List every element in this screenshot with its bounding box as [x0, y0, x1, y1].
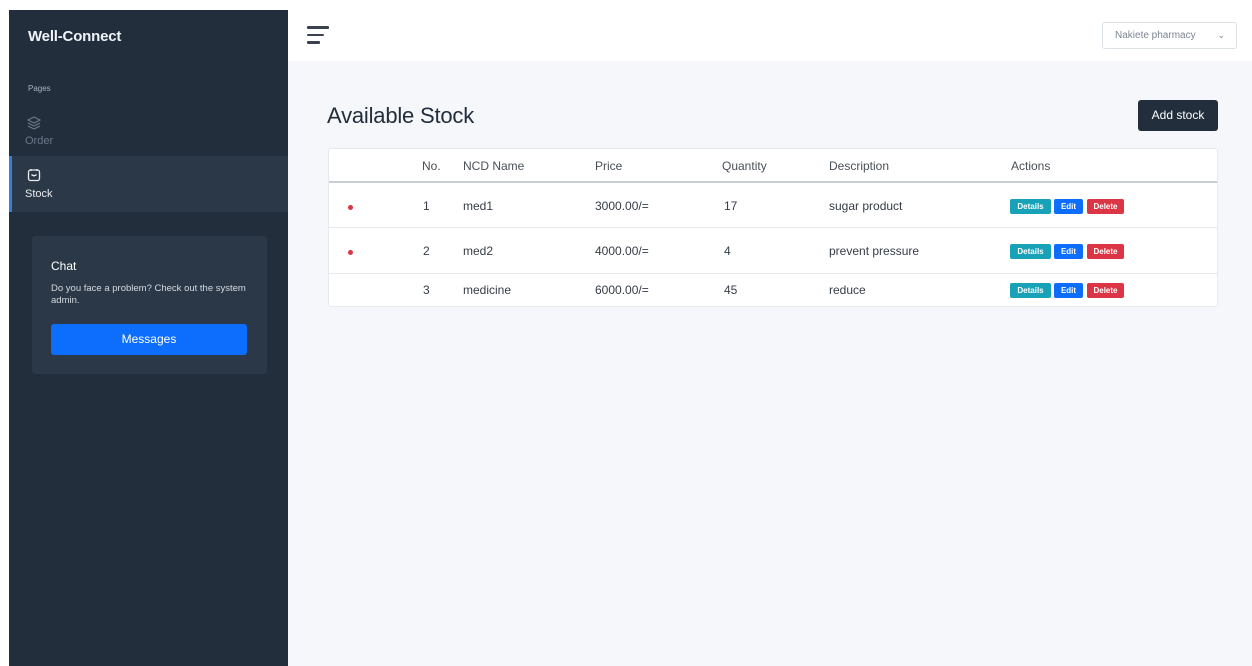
- table-row: 3 medicine 6000.00/= 45 reduce Details E…: [329, 274, 1217, 307]
- cell-no: 2: [423, 244, 430, 258]
- column-header-name: NCD Name: [463, 159, 525, 173]
- cell-name: medicine: [463, 283, 512, 297]
- column-header-quantity: Quantity: [722, 159, 767, 173]
- delete-button[interactable]: Delete: [1087, 199, 1124, 214]
- chat-description: Do you face a problem? Check out the sys…: [51, 283, 246, 306]
- details-button[interactable]: Details: [1010, 199, 1051, 214]
- cell-no: 1: [423, 199, 430, 213]
- cell-description: reduce: [829, 283, 866, 297]
- sidebar-item-label: Order: [25, 135, 54, 147]
- edit-button[interactable]: Edit: [1054, 199, 1083, 214]
- chevron-down-icon: ⌄: [1217, 30, 1225, 40]
- topbar: Nakiete pharmacy ⌄: [288, 10, 1252, 61]
- details-button[interactable]: Details: [1010, 244, 1051, 259]
- cell-quantity: 17: [724, 199, 738, 213]
- chat-card: Chat Do you face a problem? Check out th…: [32, 236, 267, 374]
- table-row: 2 med2 4000.00/= 4 prevent pressure Deta…: [329, 228, 1217, 274]
- delete-button[interactable]: Delete: [1087, 283, 1124, 298]
- brand-logo[interactable]: Well-Connect: [28, 28, 121, 45]
- sidebar-section-label: Pages: [28, 84, 51, 93]
- sidebar-item-label: Stock: [25, 188, 53, 200]
- cell-name: med2: [463, 244, 494, 258]
- low-stock-indicator: [348, 250, 353, 255]
- cell-quantity: 4: [724, 244, 731, 258]
- pharmacy-select[interactable]: Nakiete pharmacy ⌄: [1102, 22, 1237, 49]
- sidebar-item-stock[interactable]: Stock: [9, 156, 288, 212]
- chat-title: Chat: [51, 259, 77, 273]
- cell-no: 3: [423, 283, 430, 297]
- messages-button[interactable]: Messages: [51, 324, 247, 355]
- delete-button[interactable]: Delete: [1087, 244, 1124, 259]
- edit-button[interactable]: Edit: [1054, 283, 1083, 298]
- column-header-no: No.: [422, 159, 441, 173]
- cell-description: sugar product: [829, 199, 903, 213]
- stock-table: No. NCD Name Price Quantity Description …: [328, 148, 1218, 307]
- cell-description: prevent pressure: [829, 244, 920, 258]
- calendar-box-icon: [27, 169, 41, 182]
- edit-button[interactable]: Edit: [1054, 244, 1083, 259]
- cell-price: 6000.00/=: [595, 283, 649, 297]
- cell-quantity: 45: [724, 283, 738, 297]
- hamburger-menu-icon[interactable]: [307, 26, 329, 44]
- cell-price: 3000.00/=: [595, 199, 649, 213]
- column-header-description: Description: [829, 159, 890, 173]
- layers-icon: [27, 116, 41, 130]
- table-row: 1 med1 3000.00/= 17 sugar product Detail…: [329, 182, 1217, 228]
- column-header-actions: Actions: [1011, 159, 1051, 173]
- sidebar: Well-Connect Pages Order Stock Chat Do y…: [9, 10, 288, 666]
- page-title: Available Stock: [327, 103, 475, 128]
- details-button[interactable]: Details: [1010, 283, 1051, 298]
- cell-price: 4000.00/=: [595, 244, 649, 258]
- add-stock-button[interactable]: Add stock: [1138, 100, 1218, 131]
- column-header-price: Price: [595, 159, 623, 173]
- main-content: Available Stock Add stock No. NCD Name P…: [288, 61, 1252, 666]
- cell-name: med1: [463, 199, 494, 213]
- low-stock-indicator: [348, 205, 353, 210]
- pharmacy-select-value: Nakiete pharmacy: [1115, 30, 1196, 41]
